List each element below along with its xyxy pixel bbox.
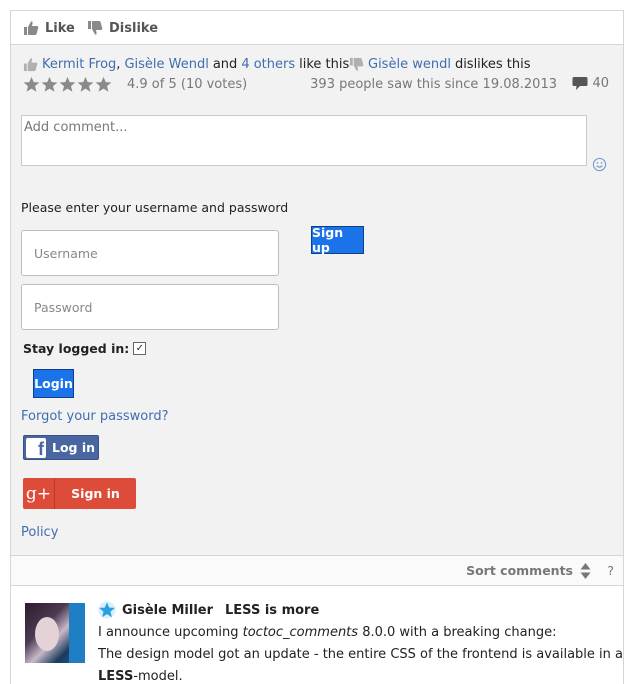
and-text: and (212, 57, 238, 72)
username-field[interactable]: Username (21, 230, 279, 276)
policy-link[interactable]: Policy (21, 525, 58, 540)
google-signin-label: Sign in (71, 486, 120, 501)
password-field[interactable]: Password (21, 284, 279, 330)
liker-link[interactable]: Kermit Frog (42, 57, 116, 72)
thumbs-down-icon (88, 21, 103, 35)
star-icon[interactable] (23, 76, 40, 93)
others-link[interactable]: 4 others (241, 57, 295, 72)
speech-bubble-icon (572, 77, 588, 90)
thumbs-down-icon (349, 57, 364, 71)
comment-item: Gisèle Miller LESS is more I announce up… (11, 587, 623, 684)
dislikes-suffix: dislikes this (454, 57, 531, 72)
like-bar: Like Dislike (11, 11, 623, 45)
add-comment-input[interactable]: Add comment... (21, 115, 587, 166)
avatar-side (69, 603, 85, 663)
liker-link[interactable]: Gisèle Wendl (124, 57, 208, 72)
star-icon[interactable] (95, 76, 112, 93)
star-icon[interactable] (59, 76, 76, 93)
avatar[interactable] (25, 603, 85, 663)
like-button[interactable]: Like (23, 19, 75, 37)
comment-count-value: 40 (592, 76, 609, 91)
star-badge-icon (98, 601, 116, 619)
comment-text-line: I announce upcoming toctoc_comments 8.0.… (98, 625, 557, 640)
comment-line1-suffix: 8.0.0 with a breaking change: (362, 625, 557, 640)
sort-arrows-icon[interactable] (580, 562, 591, 580)
comment-panel: Kermit Frog, Gisèle Wendl and 4 others l… (11, 45, 623, 555)
rating-stars: 4.9 of 5 (10 votes) (23, 76, 247, 93)
google-plus-icon: g+ (23, 478, 55, 509)
comment-title: LESS is more (225, 602, 320, 618)
star-icon[interactable] (41, 76, 58, 93)
comment-line3-bold: LESS (98, 669, 134, 684)
stay-logged-label: Stay logged in: (23, 341, 130, 356)
google-signin-button[interactable]: g+ Sign in (23, 478, 136, 509)
views-text: 393 people saw this since 19.08.2013 (310, 77, 557, 92)
avatar-face (35, 617, 59, 651)
likes-summary: Kermit Frog, Gisèle Wendl and 4 others l… (23, 57, 349, 72)
liker-separator: , (116, 57, 121, 72)
stay-logged-in: Stay logged in: ✓ (23, 341, 147, 356)
comment-count: 40 (572, 76, 609, 91)
facebook-login-button[interactable]: f Log in (23, 435, 99, 460)
like-label: Like (45, 20, 75, 36)
dislike-button[interactable]: Dislike (87, 19, 158, 37)
comment-author[interactable]: Gisèle Miller (122, 603, 213, 618)
smiley-icon[interactable] (592, 157, 607, 172)
help-button[interactable]: ? (607, 563, 614, 578)
comments-widget: Like Dislike Kermit Frog, Gisèle Wendl a… (10, 10, 624, 684)
comment-line1-italic: toctoc_comments (242, 625, 359, 640)
star-icon[interactable] (77, 76, 94, 93)
disliker-link[interactable]: Gisèle wendl (368, 57, 451, 72)
sort-comments-button[interactable]: Sort comments (466, 563, 573, 578)
comment-text-line: LESS-model. (98, 669, 183, 684)
facebook-icon: f (26, 437, 46, 458)
comment-header: Gisèle Miller LESS is more (98, 601, 319, 619)
comment-line1-prefix: I announce upcoming (98, 625, 239, 640)
dislikes-summary: Gisèle wendl dislikes this (349, 57, 531, 72)
sort-bar: Sort comments ? (11, 555, 623, 586)
login-button[interactable]: Login (33, 369, 74, 398)
signup-button[interactable]: Sign up (311, 225, 364, 255)
facebook-login-label: Log in (52, 440, 96, 455)
forgot-password-link[interactable]: Forgot your password? (21, 409, 169, 424)
login-prompt: Please enter your username and password (21, 200, 289, 215)
thumbs-up-icon (24, 21, 39, 35)
likes-suffix: like this (299, 57, 350, 72)
comment-line3-suffix: -model. (133, 669, 183, 684)
thumbs-up-icon (23, 58, 38, 72)
rating-text: 4.9 of 5 (10 votes) (127, 77, 248, 92)
stay-logged-checkbox[interactable]: ✓ (133, 342, 147, 355)
dislike-label: Dislike (109, 20, 159, 36)
comment-text-line: The design model got an update - the ent… (98, 647, 623, 662)
